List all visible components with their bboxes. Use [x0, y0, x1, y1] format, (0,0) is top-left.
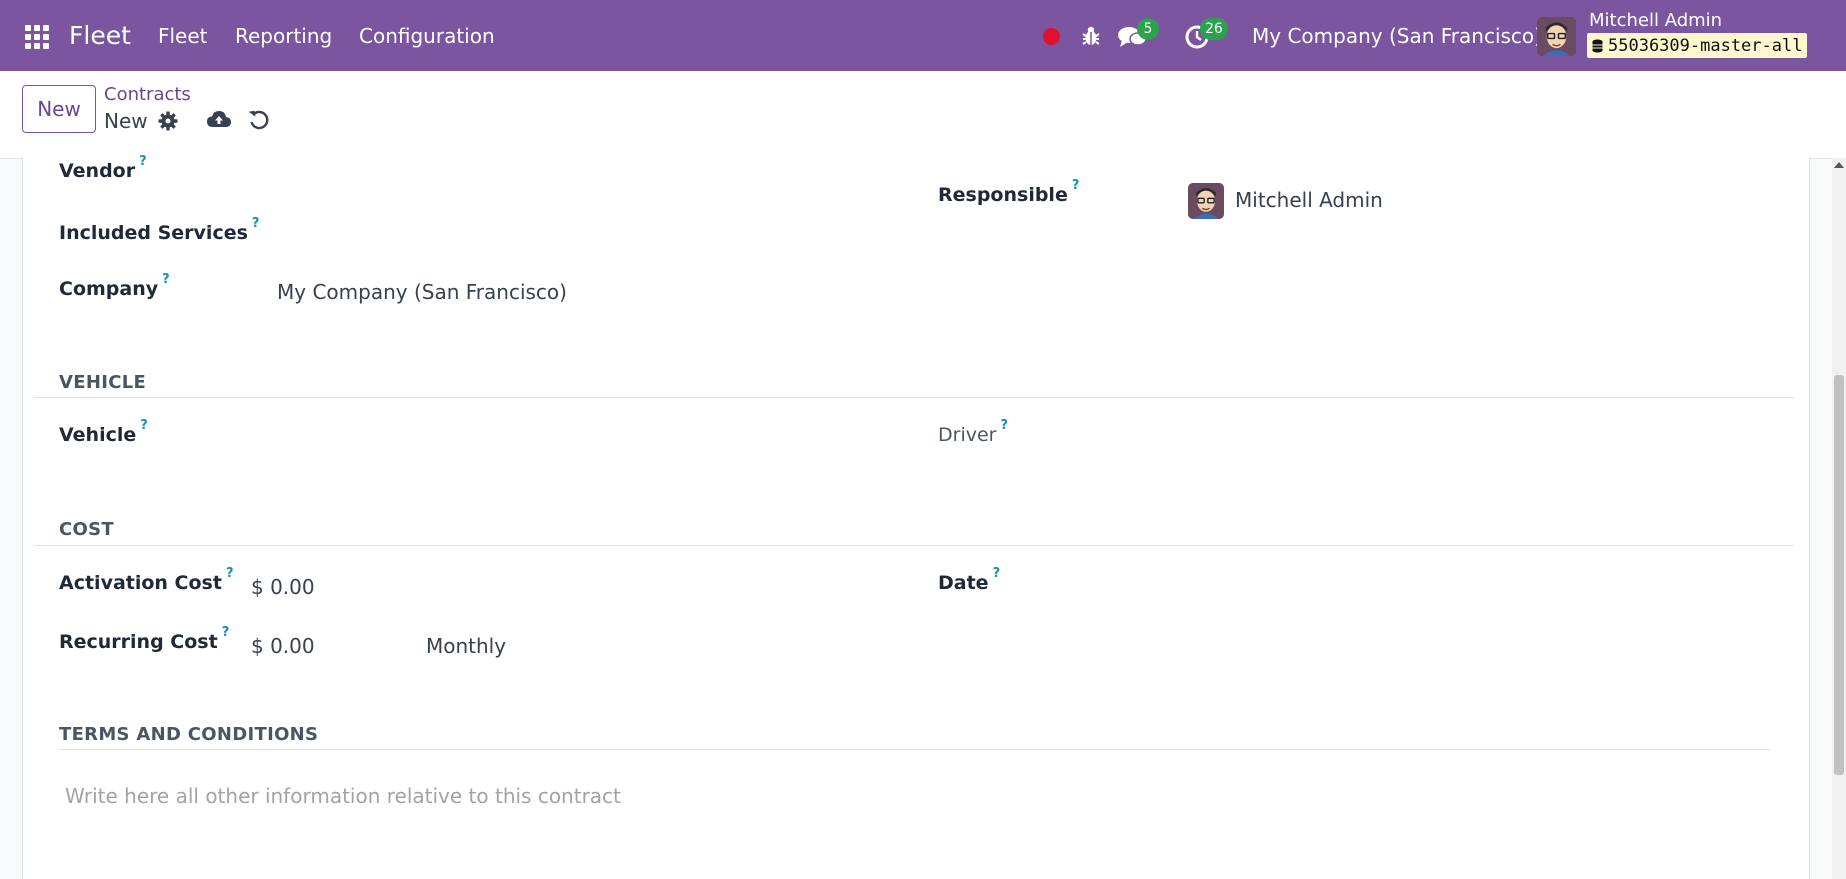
messages-count-badge: 5 [1137, 18, 1159, 40]
database-icon [1592, 39, 1603, 52]
help-tooltip-icon[interactable]: ? [1072, 178, 1080, 193]
menu-configuration[interactable]: Configuration [359, 0, 495, 71]
cloud-upload-icon[interactable] [207, 109, 231, 129]
section-cost: COST [59, 519, 114, 540]
menu-reporting[interactable]: Reporting [235, 0, 332, 71]
activation-cost-label: Activation Cost? [59, 566, 234, 594]
new-button[interactable]: New [22, 85, 96, 133]
recurring-frequency-select[interactable]: Monthly [426, 634, 506, 658]
help-tooltip-icon[interactable]: ? [252, 216, 260, 231]
activities-count-badge: 26 [1200, 18, 1228, 40]
app-name[interactable]: Fleet [69, 0, 131, 71]
recurring-cost-label: Recurring Cost? [59, 625, 230, 653]
user-avatar[interactable] [1537, 17, 1576, 56]
menu-fleet[interactable]: Fleet [158, 0, 208, 71]
section-vehicle: VEHICLE [59, 372, 147, 393]
help-tooltip-icon[interactable]: ? [226, 566, 234, 581]
database-badge: 55036309-master-all [1587, 33, 1808, 58]
help-tooltip-icon[interactable]: ? [140, 418, 148, 433]
activation-cost-field[interactable]: $ 0.00 [251, 575, 315, 599]
bug-icon[interactable] [1080, 24, 1102, 48]
user-avatar-image [1537, 17, 1576, 56]
help-tooltip-icon[interactable]: ? [993, 566, 1001, 581]
date-label: Date? [938, 566, 1001, 594]
record-icon[interactable] [1043, 28, 1060, 45]
help-tooltip-icon[interactable]: ? [162, 272, 170, 287]
terms-notes-field[interactable]: Write here all other information relativ… [65, 784, 621, 808]
company-switcher[interactable]: My Company (San Francisco) [1252, 0, 1542, 71]
responsible-label: Responsible? [938, 178, 1080, 206]
help-tooltip-icon[interactable]: ? [222, 625, 230, 640]
breadcrumb-contracts[interactable]: Contracts [104, 84, 191, 105]
scroll-up-arrow-icon[interactable] [1834, 162, 1844, 168]
company-field[interactable]: My Company (San Francisco) [277, 280, 567, 304]
section-divider [34, 397, 1794, 398]
database-name: 55036309-master-all [1608, 35, 1803, 56]
undo-icon[interactable] [248, 109, 270, 131]
section-divider [34, 545, 1794, 546]
vendor-label: Vendor? [59, 154, 147, 182]
user-name[interactable]: Mitchell Admin [1589, 10, 1722, 31]
breadcrumb-current: New [104, 109, 148, 133]
recurring-cost-field[interactable]: $ 0.00 [251, 634, 315, 658]
help-tooltip-icon[interactable]: ? [139, 154, 147, 169]
company-label: Company? [59, 272, 170, 300]
top-navbar: Fleet Fleet Reporting Configuration 5 26… [0, 0, 1846, 71]
help-tooltip-icon[interactable]: ? [1000, 418, 1008, 433]
gear-icon[interactable] [158, 111, 178, 131]
driver-label: Driver? [938, 418, 1009, 446]
control-panel: New Contracts New [0, 71, 1846, 159]
responsible-avatar [1188, 183, 1224, 219]
included-services-label: Included Services? [59, 216, 260, 244]
vehicle-label: Vehicle? [59, 418, 148, 446]
section-terms: TERMS AND CONDITIONS [59, 724, 319, 745]
scrollbar-thumb[interactable] [1834, 375, 1844, 775]
responsible-avatar-image [1188, 183, 1224, 219]
section-divider [59, 749, 1770, 750]
form-sheet [22, 158, 1810, 879]
apps-grid-icon[interactable] [25, 25, 49, 49]
responsible-field[interactable]: Mitchell Admin [1235, 188, 1383, 212]
